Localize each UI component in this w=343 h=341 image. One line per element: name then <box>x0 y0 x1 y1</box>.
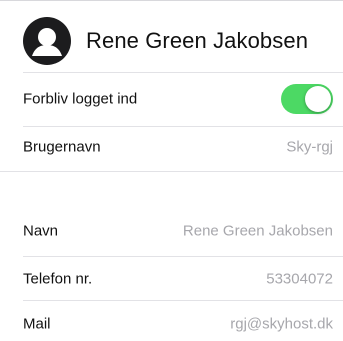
detail-label: Telefon nr. <box>23 270 93 288</box>
detail-value: Rene Green Jakobsen <box>182 222 333 240</box>
username-value: Sky-rgj <box>286 138 333 156</box>
row-divider <box>23 300 343 301</box>
stay-logged-in-row: Forbliv logget ind <box>23 79 333 119</box>
detail-row-phone[interactable]: Telefon nr. 53304072 <box>23 259 333 299</box>
header-divider <box>23 72 343 73</box>
profile-header: Rene Green Jakobsen <box>0 8 343 65</box>
detail-label: Navn <box>23 222 59 240</box>
stay-logged-in-toggle[interactable] <box>281 84 333 114</box>
detail-row-mail[interactable]: Mail rgj@skyhost.dk <box>23 304 333 341</box>
detail-value: rgj@skyhost.dk <box>230 315 333 333</box>
detail-label: Mail <box>23 315 51 333</box>
detail-value: 53304072 <box>266 270 333 288</box>
account-settings-page: Rene Green Jakobsen Forbliv logget ind B… <box>0 0 343 341</box>
toggle-knob <box>305 86 331 112</box>
stay-logged-in-label: Forbliv logget ind <box>23 90 138 108</box>
section-divider <box>0 171 343 172</box>
detail-row-name[interactable]: Navn Rene Green Jakobsen <box>23 211 333 251</box>
row-divider <box>23 256 343 257</box>
top-divider <box>0 0 343 1</box>
username-label: Brugernavn <box>23 138 101 156</box>
username-row[interactable]: Brugernavn Sky-rgj <box>23 127 333 167</box>
user-avatar-icon <box>23 17 71 65</box>
profile-name: Rene Green Jakobsen <box>86 28 309 53</box>
